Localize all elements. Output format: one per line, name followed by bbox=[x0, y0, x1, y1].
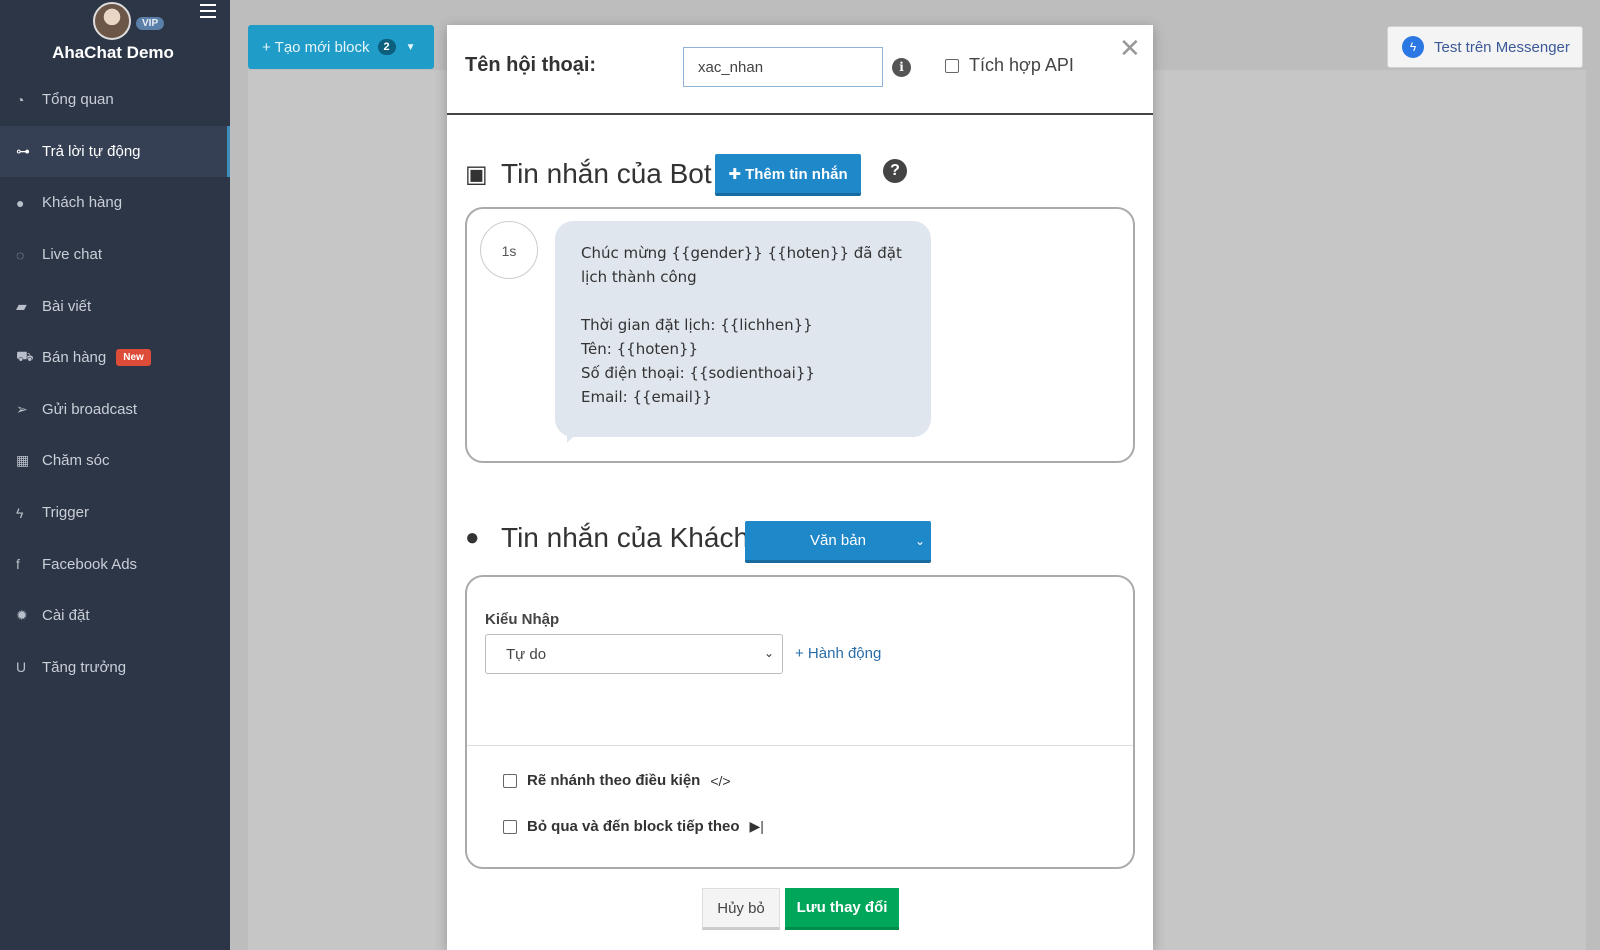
user-icon: ● bbox=[16, 194, 25, 211]
sidebar-item-label: Trả lời tự động bbox=[42, 142, 141, 160]
sitemap-icon: ⊶ bbox=[16, 142, 30, 159]
sidebar-item[interactable]: ● Khách hàng bbox=[0, 177, 230, 229]
branch-condition-option[interactable]: Rẽ nhánh theo điều kiện </> bbox=[503, 772, 731, 789]
facebook-icon: f bbox=[16, 556, 20, 573]
brand-name: AhaChat Demo bbox=[52, 43, 174, 62]
api-checkbox-label: Tích hợp API bbox=[969, 55, 1074, 75]
test-messenger-button[interactable]: ϟ Test trên Messenger bbox=[1387, 26, 1583, 68]
sidebar-item-label: Tăng trưởng bbox=[42, 658, 127, 676]
sidebar-item-label: Facebook Ads bbox=[42, 555, 138, 573]
block-editor-modal: Tên hội thoại: i Tích hợp API ✕ ▣ Tin nh… bbox=[447, 25, 1153, 950]
message-type-select[interactable]: Văn bản ⌄ bbox=[745, 521, 931, 563]
bot-message-bubble[interactable]: Chúc mừng {{gender}} {{hoten}} đã đặt lị… bbox=[555, 221, 931, 437]
bubble-tail bbox=[567, 431, 579, 443]
gear-icon: ✹ bbox=[16, 607, 28, 624]
sidebar-item[interactable]: ϟ Trigger bbox=[0, 487, 230, 539]
bolt-icon: ϟ bbox=[16, 504, 24, 521]
skip-label: Bỏ qua và đến block tiếp theo bbox=[527, 818, 740, 835]
sidebar-item-label: Chăm sóc bbox=[42, 452, 110, 470]
bot-message-box: 1s Chúc mừng {{gender}} {{hoten}} đã đặt… bbox=[465, 207, 1135, 463]
sidebar-item[interactable]: ⊶ Trả lời tự động bbox=[0, 125, 230, 178]
code-icon: </> bbox=[710, 772, 731, 789]
close-icon[interactable]: ✕ bbox=[1119, 35, 1141, 61]
chevron-down-icon: ⌄ bbox=[763, 646, 774, 660]
paper-plane-icon: ➢ bbox=[16, 400, 28, 417]
message-type-value: Văn bản bbox=[810, 532, 866, 549]
sidebar-item-label: Cài đặt bbox=[42, 607, 90, 625]
sidebar-item[interactable]: U Tăng trưởng bbox=[0, 642, 230, 694]
book-icon: ▰ bbox=[16, 297, 27, 314]
chevron-down-icon: ⌄ bbox=[914, 534, 925, 548]
chat-bubble-icon: ◌ bbox=[16, 246, 25, 263]
bot-section-title: ▣ Tin nhắn của Bot bbox=[465, 158, 712, 190]
sidebar-item[interactable]: ➢ Gửi broadcast bbox=[0, 384, 230, 436]
input-type-select[interactable]: Tự do ⌄ bbox=[485, 634, 783, 674]
help-icon[interactable]: ? bbox=[883, 159, 907, 183]
skip-block-option[interactable]: Bỏ qua và đến block tiếp theo ▶| bbox=[503, 818, 764, 835]
divider bbox=[467, 745, 1133, 746]
sidebar-item-label: Khách hàng bbox=[42, 194, 123, 212]
sidebar-menu: ◔ Tổng quan ⊶ Trả lời tự động ● Khách hàng ◌ Li… bbox=[0, 74, 230, 693]
user-icon: ● bbox=[465, 524, 480, 551]
test-messenger-label: Test trên Messenger bbox=[1434, 38, 1570, 56]
sidebar-item-label: Gửi broadcast bbox=[42, 400, 138, 418]
android-icon: ▣ bbox=[465, 160, 488, 188]
api-integration-checkbox[interactable]: Tích hợp API bbox=[945, 55, 1074, 76]
cart-icon: ⛟ bbox=[16, 348, 34, 365]
input-type-value: Tự do bbox=[506, 645, 547, 663]
sidebar-item-label: Live chat bbox=[42, 246, 103, 264]
sidebar-item-label: Tổng quan bbox=[42, 91, 114, 109]
sidebar-item-label: Trigger bbox=[42, 504, 89, 522]
sidebar-item[interactable]: ▰ Bài viết bbox=[0, 280, 230, 332]
sidebar-item[interactable]: f Facebook Ads bbox=[0, 538, 230, 590]
conversation-name-label: Tên hội thoại: bbox=[465, 54, 597, 76]
sidebar: VIP AhaChat Demo ◔ Tổng quan ⊶ Trả lời tự đ… bbox=[0, 0, 230, 950]
sidebar-item-label: Bài viết bbox=[42, 297, 92, 315]
dashboard-icon: ◔ bbox=[16, 91, 25, 108]
caret-down-icon[interactable]: ▼ bbox=[406, 42, 416, 53]
save-button[interactable]: Lưu thay đổi bbox=[785, 888, 899, 930]
api-checkbox-box[interactable] bbox=[945, 58, 959, 73]
brand: VIP AhaChat Demo bbox=[0, 0, 230, 70]
sidebar-item[interactable]: ◌ Live chat bbox=[0, 229, 230, 281]
customer-message-box: Kiểu Nhập Tự do ⌄ + Hành động Rẽ nhánh t… bbox=[465, 575, 1135, 869]
conversation-name-input[interactable] bbox=[683, 47, 883, 87]
create-block-button[interactable]: + Tạo mới block 2 ▼ bbox=[248, 25, 434, 69]
skip-checkbox[interactable] bbox=[503, 819, 517, 834]
sidebar-item-label: Bán hàng bbox=[42, 349, 107, 367]
delay-indicator[interactable]: 1s bbox=[480, 221, 538, 279]
add-action-link[interactable]: + Hành động bbox=[795, 645, 881, 662]
customer-section-label: Tin nhắn của Khách bbox=[501, 522, 750, 553]
create-block-label: + Tạo mới block bbox=[262, 38, 370, 56]
modal-header: Tên hội thoại: i Tích hợp API ✕ bbox=[447, 25, 1153, 115]
sidebar-item[interactable]: ✹ Cài đặt bbox=[0, 590, 230, 642]
bot-section-label: Tin nhắn của Bot bbox=[501, 158, 712, 189]
sidebar-item[interactable]: ◔ Tổng quan bbox=[0, 74, 230, 126]
magnet-icon: U bbox=[16, 659, 27, 676]
branch-checkbox[interactable] bbox=[503, 773, 517, 788]
block-count-badge: 2 bbox=[377, 39, 396, 55]
input-type-label: Kiểu Nhập bbox=[485, 611, 560, 628]
calendar-icon: ▦ bbox=[16, 452, 30, 469]
hamburger-menu-icon[interactable] bbox=[200, 4, 216, 18]
step-forward-icon: ▶| bbox=[749, 818, 764, 834]
avatar[interactable] bbox=[93, 2, 131, 40]
sidebar-item[interactable]: ⛟ Bán hàng New bbox=[0, 332, 230, 384]
cancel-button[interactable]: Hủy bỏ bbox=[702, 888, 780, 930]
vip-badge: VIP bbox=[136, 17, 165, 30]
customer-section-title: ● Tin nhắn của Khách bbox=[465, 522, 749, 554]
add-message-button[interactable]: ✚ Thêm tin nhắn bbox=[715, 154, 861, 196]
sidebar-item[interactable]: ▦ Chăm sóc bbox=[0, 435, 230, 487]
messenger-icon: ϟ bbox=[1402, 36, 1424, 58]
info-icon[interactable]: i bbox=[892, 58, 911, 77]
branch-label: Rẽ nhánh theo điều kiện bbox=[527, 772, 701, 789]
new-badge: New bbox=[116, 349, 151, 367]
